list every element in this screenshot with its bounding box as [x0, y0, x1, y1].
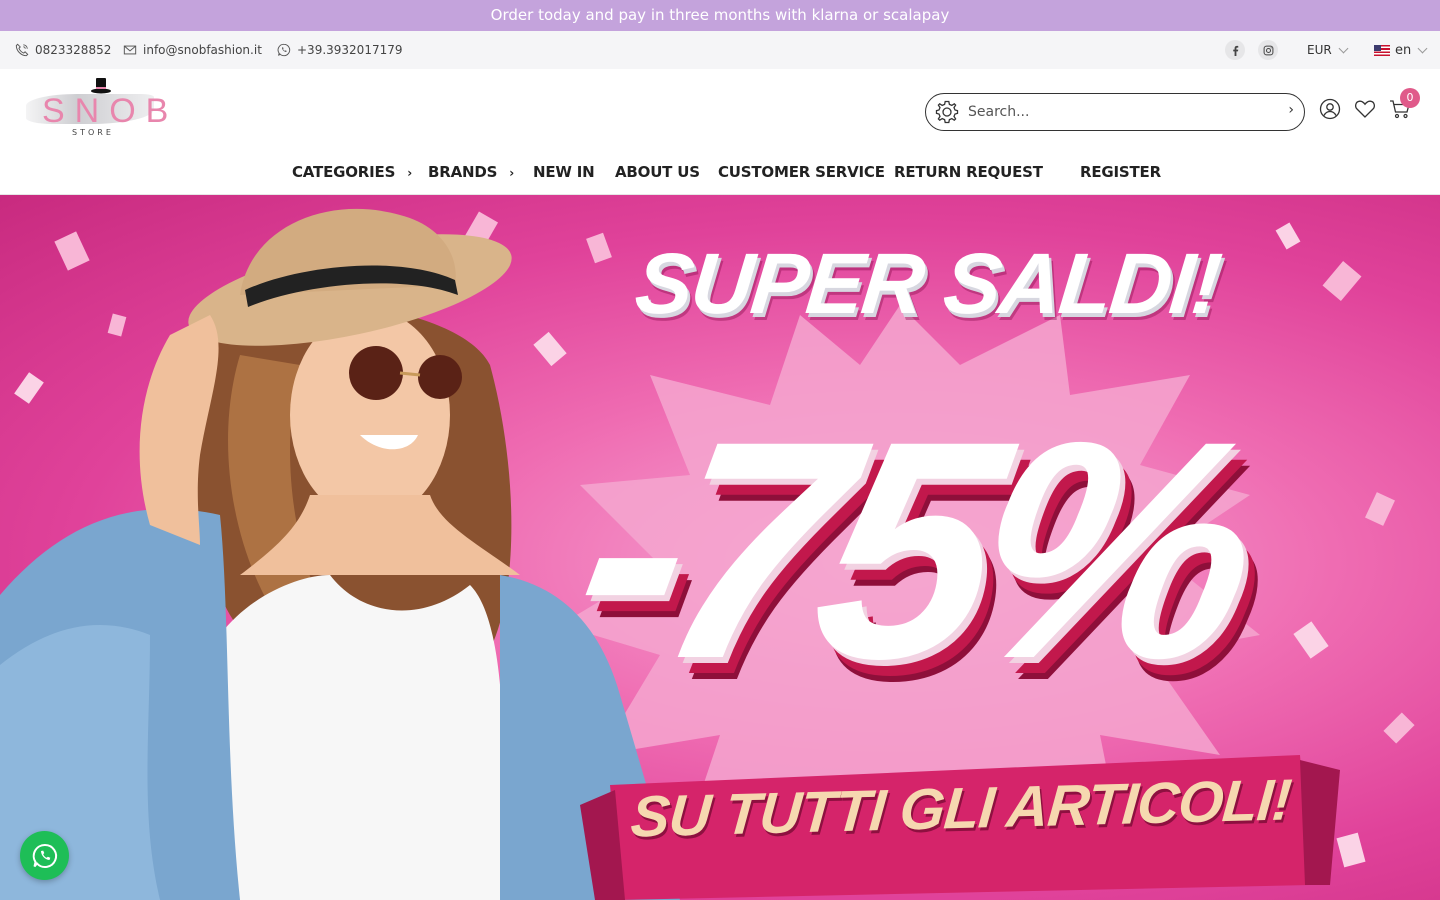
- instagram-icon: [1263, 45, 1273, 55]
- chevron-down-icon: [1417, 43, 1428, 53]
- nav-item-label: ABOUT US: [615, 163, 700, 181]
- hero-headline: SUPER SALDI!: [631, 236, 1224, 332]
- email-contact[interactable]: info@snobfashion.it: [123, 31, 262, 69]
- nav-item-about-us[interactable]: ABOUT US: [615, 163, 700, 181]
- mail-icon: [123, 45, 137, 55]
- search-input[interactable]: [968, 104, 1268, 120]
- model-illustration: [0, 208, 680, 900]
- language-selector[interactable]: en: [1374, 31, 1428, 69]
- nav-item-new-in[interactable]: NEW IN: [533, 163, 595, 181]
- nav-item-return-request[interactable]: RETURN REQUEST: [894, 163, 1043, 181]
- nav-item-label: CUSTOMER SERVICE: [718, 163, 885, 181]
- announcement-bar: Order today and pay in three months with…: [0, 0, 1440, 31]
- nav-item-register[interactable]: REGISTER: [1080, 163, 1161, 181]
- nav-item-brands[interactable]: BRANDS ›: [428, 163, 514, 181]
- nav-item-categories[interactable]: CATEGORIES ›: [292, 163, 412, 181]
- nav-item-label: CATEGORIES: [292, 163, 396, 181]
- submenu-arrow-icon: ›: [407, 166, 412, 180]
- nav-item-label: NEW IN: [533, 163, 595, 181]
- site-logo[interactable]: SNOB STORE: [22, 76, 168, 142]
- nav-item-label: BRANDS: [428, 163, 498, 181]
- whatsapp-number: +39.3932017179: [297, 43, 403, 57]
- chevron-down-icon: [1338, 43, 1349, 53]
- facebook-link[interactable]: [1225, 40, 1245, 60]
- whatsapp-contact[interactable]: +39.3932017179: [277, 31, 403, 69]
- cart-count-badge: 0: [1400, 88, 1420, 108]
- logo-wordmark: SNOB: [42, 92, 179, 130]
- hero-discount: -75%: [554, 376, 1268, 723]
- us-flag-icon: [1374, 44, 1390, 56]
- phone-icon: [15, 43, 29, 57]
- nav-item-label: REGISTER: [1080, 163, 1161, 181]
- language-value: en: [1395, 42, 1412, 58]
- phone-number: 0823328852: [35, 43, 112, 57]
- main-navigation: CATEGORIES › BRANDS › NEW IN ABOUT US CUST…: [0, 155, 1440, 195]
- wishlist-heart-icon[interactable]: [1354, 98, 1376, 120]
- hero-banner[interactable]: SUPER SALDI! -75% SU TUTTI GLI ARTICOLI!: [0, 195, 1440, 900]
- search-bar: ›: [925, 93, 1305, 131]
- nav-item-customer-service[interactable]: CUSTOMER SERVICE: [718, 163, 885, 181]
- top-utility-bar: 0823328852 info@snobfashion.it +39.39320…: [0, 31, 1440, 69]
- gear-icon[interactable]: [934, 99, 960, 125]
- account-icon[interactable]: [1319, 98, 1341, 120]
- logo-subtext: STORE: [72, 128, 114, 137]
- nav-item-label: RETURN REQUEST: [894, 163, 1043, 181]
- submenu-arrow-icon: ›: [509, 166, 514, 180]
- whatsapp-icon: [277, 43, 291, 57]
- phone-contact[interactable]: 0823328852: [15, 31, 111, 69]
- instagram-link[interactable]: [1258, 40, 1278, 60]
- whatsapp-chat-button[interactable]: [20, 831, 69, 880]
- currency-selector[interactable]: EUR: [1307, 31, 1349, 69]
- announcement-text: Order today and pay in three months with…: [490, 6, 950, 24]
- currency-value: EUR: [1307, 43, 1332, 57]
- email-address: info@snobfashion.it: [143, 43, 262, 57]
- search-submit-button[interactable]: ›: [1288, 102, 1294, 118]
- facebook-icon: [1232, 45, 1238, 56]
- whatsapp-icon: [32, 843, 57, 868]
